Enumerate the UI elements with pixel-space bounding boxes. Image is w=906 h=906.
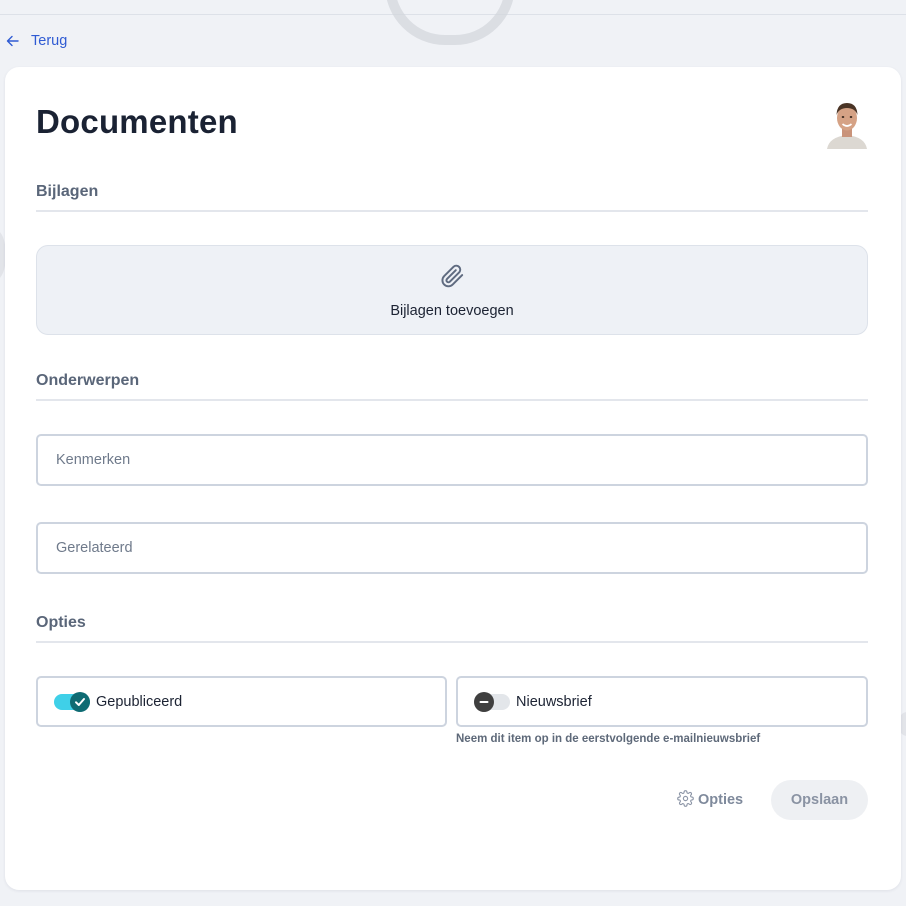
- topics-heading: Onderwerpen: [36, 372, 140, 389]
- newsletter-label: Nieuwsbrief: [516, 693, 592, 710]
- attachments-divider: [36, 210, 868, 212]
- back-link-label: Terug: [31, 33, 68, 49]
- check-icon: [70, 691, 90, 712]
- save-button[interactable]: Opslaan: [771, 780, 868, 820]
- tags-input[interactable]: [56, 452, 866, 468]
- options-heading: Opties: [36, 614, 86, 631]
- published-switch[interactable]: [54, 691, 90, 712]
- newsletter-toggle[interactable]: Nieuwsbrief: [456, 676, 868, 727]
- attachments-heading: Bijlagen: [36, 183, 99, 200]
- minus-icon: [474, 691, 494, 712]
- published-label: Gepubliceerd: [96, 693, 183, 710]
- options-button-label: Opties: [698, 792, 744, 808]
- options-divider: [36, 641, 868, 643]
- related-input[interactable]: [56, 540, 866, 556]
- dropzone-label: Bijlagen toevoegen: [390, 302, 514, 319]
- tags-field[interactable]: [36, 434, 868, 486]
- newsletter-helper-text: Neem dit item op in de eerstvolgende e-m…: [456, 733, 761, 745]
- attachments-dropzone[interactable]: Bijlagen toevoegen: [36, 245, 868, 335]
- back-link[interactable]: Terug: [6, 31, 67, 51]
- topics-divider: [36, 399, 868, 401]
- paperclip-icon: [439, 262, 465, 295]
- newsletter-switch[interactable]: [474, 691, 510, 712]
- document-card: Documenten Bijlagen Bijlagen toevoegen O…: [5, 67, 901, 890]
- options-button[interactable]: Opties: [677, 789, 743, 811]
- related-field[interactable]: [36, 522, 868, 574]
- published-toggle[interactable]: Gepubliceerd: [36, 676, 447, 727]
- background-decoration: [385, 0, 515, 45]
- avatar[interactable]: [825, 97, 869, 149]
- arrow-left-icon: [6, 35, 19, 47]
- gear-icon: [677, 789, 694, 811]
- page-title: Documenten: [36, 103, 238, 140]
